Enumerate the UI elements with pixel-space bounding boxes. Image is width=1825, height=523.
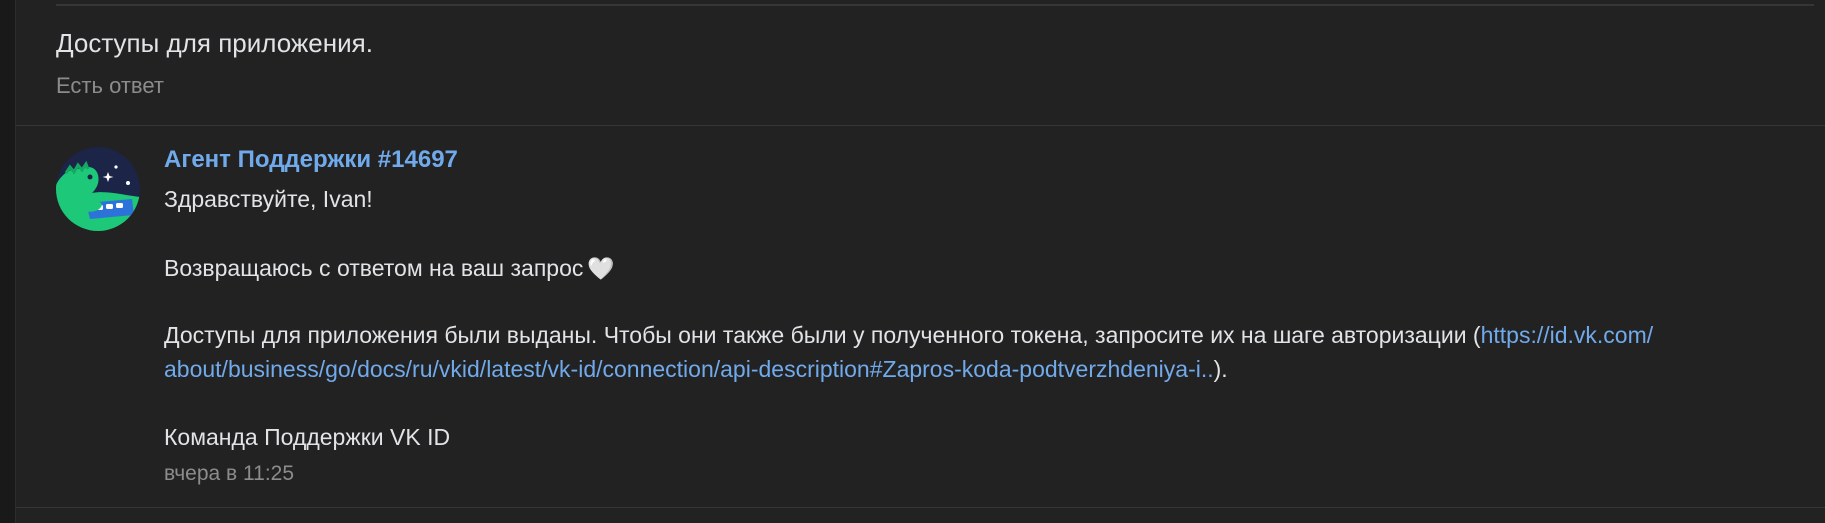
dinosaur-avatar-icon	[56, 147, 140, 231]
message-returning-line: Возвращаюсь с ответом на ваш запрос 🤍	[164, 255, 615, 282]
message-access-line-1: Доступы для приложения были выданы. Чтоб…	[164, 322, 1653, 349]
api-description-link-continued[interactable]: about/business/go/docs/ru/vkid/latest/vk…	[164, 356, 1214, 382]
message-access-line-2: about/business/go/docs/ru/vkid/latest/vk…	[164, 356, 1228, 383]
ticket-status: Есть ответ	[56, 73, 164, 98]
message-author[interactable]: Агент Поддержки #14697	[164, 146, 458, 174]
message-access-suffix: ).	[1213, 356, 1228, 382]
top-divider	[56, 4, 1814, 6]
message-returning-text: Возвращаюсь с ответом на ваш запрос	[164, 255, 584, 281]
api-description-link[interactable]: https://id.vk.com/	[1481, 322, 1654, 348]
header-divider	[16, 125, 1825, 126]
left-strip	[0, 0, 15, 523]
white-heart-icon: 🤍	[587, 256, 615, 281]
message-access-text: Доступы для приложения были выданы. Чтоб…	[164, 322, 1481, 348]
support-agent-avatar[interactable]	[56, 147, 140, 231]
message-timestamp: вчера в 11:25	[164, 462, 295, 485]
bottom-divider	[16, 507, 1825, 508]
ticket-panel: Доступы для приложения. Есть ответ Агент…	[15, 0, 1825, 523]
message-signature: Команда Поддержки VK ID	[164, 424, 451, 450]
message-greeting: Здравствуйте, Ivan!	[164, 186, 373, 212]
ticket-title: Доступы для приложения.	[56, 28, 373, 58]
